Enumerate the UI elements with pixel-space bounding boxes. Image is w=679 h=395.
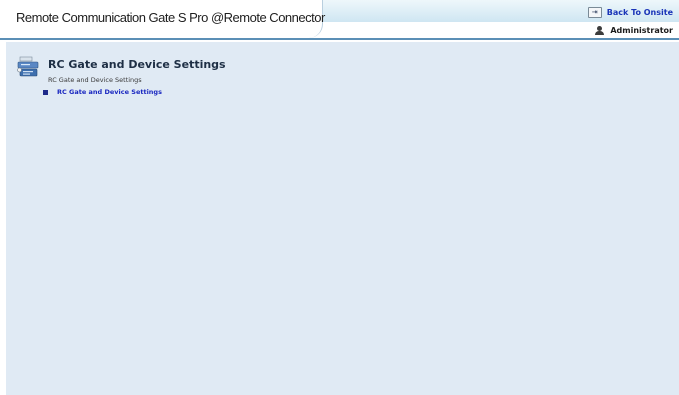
back-to-onsite-link[interactable]: ⇥ Back To Onsite <box>587 7 673 18</box>
main-content: RC Gate and Device Settings RC Gate and … <box>6 42 679 395</box>
title-tab: Remote Communication Gate S Pro @Remote … <box>0 0 325 38</box>
header: Remote Communication Gate S Pro @Remote … <box>0 0 679 40</box>
section-title: RC Gate and Device Settings <box>48 58 226 71</box>
user-icon <box>595 26 605 35</box>
header-divider <box>0 38 679 40</box>
app-title: Remote Communication Gate S Pro @Remote … <box>16 10 325 25</box>
current-user: Administrator <box>595 26 673 35</box>
page: Remote Communication Gate S Pro @Remote … <box>0 0 679 395</box>
user-name: Administrator <box>610 26 673 35</box>
section-description: RC Gate and Device Settings <box>48 76 142 84</box>
menu-item-rc-gate-device-settings[interactable]: RC Gate and Device Settings <box>43 88 162 96</box>
menu-item-label: RC Gate and Device Settings <box>57 88 162 96</box>
settings-device-icon <box>17 56 39 77</box>
back-to-onsite-label: Back To Onsite <box>606 8 673 17</box>
exit-door-icon: ⇥ <box>587 7 602 18</box>
square-bullet-icon <box>43 89 48 95</box>
